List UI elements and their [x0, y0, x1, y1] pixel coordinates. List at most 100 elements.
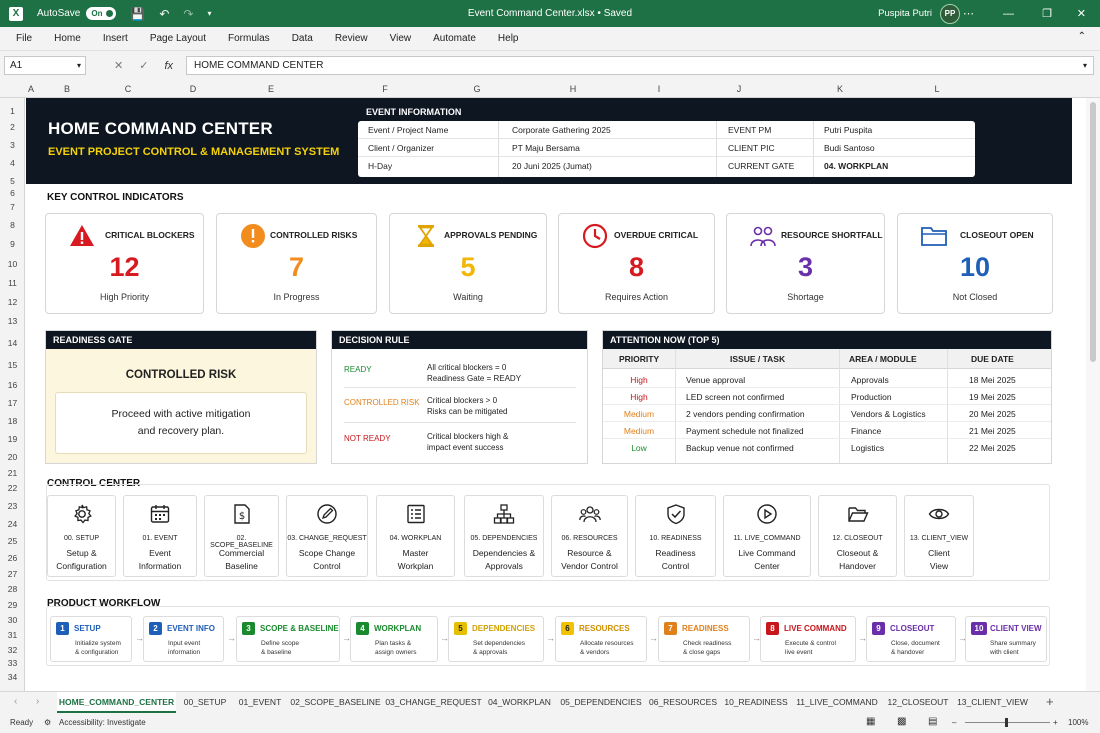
- info-value[interactable]: Budi Santoso: [824, 143, 875, 153]
- workflow-step[interactable]: 9 CLOSEOUT Close, document & handover: [866, 616, 956, 662]
- column-header[interactable]: I: [658, 84, 661, 94]
- page-break-view-icon[interactable]: ▤: [928, 716, 937, 727]
- tab-page-layout[interactable]: Page Layout: [139, 27, 217, 51]
- column-header[interactable]: L: [934, 84, 939, 94]
- zoom-out-icon[interactable]: –: [952, 718, 956, 727]
- control-dependencies[interactable]: 05. DEPENDENCIES Dependencies & Approvals: [464, 495, 544, 577]
- column-header[interactable]: G: [473, 84, 480, 94]
- column-header[interactable]: D: [190, 84, 197, 94]
- row-header[interactable]: 10: [0, 259, 25, 269]
- restore-icon[interactable]: ❐: [1042, 7, 1052, 20]
- control-event[interactable]: 01. EVENT Event Information: [123, 495, 197, 577]
- tab-review[interactable]: Review: [324, 27, 379, 51]
- info-value[interactable]: 20 Juni 2025 (Jumat): [512, 161, 592, 171]
- name-box[interactable]: A1 ▾: [4, 56, 86, 75]
- normal-view-icon[interactable]: ▦: [866, 716, 875, 727]
- kpi-card-controlled-risks[interactable]: CONTROLLED RISKS 7 In Progress: [216, 213, 377, 314]
- row-header[interactable]: 22: [0, 483, 25, 493]
- sheet-tab[interactable]: 06_RESOURCES: [647, 692, 719, 713]
- control-workplan[interactable]: 04. WORKPLAN Master Workplan: [376, 495, 455, 577]
- row-header[interactable]: 25: [0, 536, 25, 546]
- row-header[interactable]: 23: [0, 501, 25, 511]
- prev-sheet-icon[interactable]: ‹: [14, 696, 17, 707]
- row-header[interactable]: 34: [0, 672, 25, 682]
- control-live-command[interactable]: 11. LIVE_COMMAND Live Command Center: [723, 495, 811, 577]
- column-header[interactable]: A: [28, 84, 34, 94]
- workflow-step[interactable]: 4 WORKPLAN Plan tasks & assign owners: [350, 616, 438, 662]
- sheet-tab[interactable]: HOME_COMMAND_CENTER: [57, 692, 176, 713]
- control-scope-baseline[interactable]: $ 02. SCOPE_BASELINE Commercial Baseline: [204, 495, 279, 577]
- sheet-tab[interactable]: 04_WORKPLAN: [484, 692, 555, 713]
- enter-icon[interactable]: ✓: [139, 59, 148, 72]
- row-header[interactable]: 8: [0, 220, 25, 230]
- sheet-tab[interactable]: 05_DEPENDENCIES: [557, 692, 645, 713]
- worksheet[interactable]: HOME COMMAND CENTER EVENT PROJECT CONTRO…: [26, 98, 1086, 691]
- row-header[interactable]: 33: [0, 658, 25, 668]
- row-header[interactable]: 31: [0, 630, 25, 640]
- kpi-card-approvals-pending[interactable]: APPROVALS PENDING 5 Waiting: [389, 213, 547, 314]
- tab-file[interactable]: File: [0, 27, 43, 51]
- kpi-card-critical-blockers[interactable]: CRITICAL BLOCKERS 12 High Priority: [45, 213, 204, 314]
- column-header[interactable]: J: [737, 84, 742, 94]
- row-header[interactable]: 32: [0, 645, 25, 655]
- sheet-tab[interactable]: 02_SCOPE_BASELINE: [288, 692, 383, 713]
- row-header[interactable]: 6: [0, 188, 25, 198]
- row-header[interactable]: 7: [0, 202, 25, 212]
- autosave-toggle[interactable]: On: [86, 7, 117, 20]
- row-header[interactable]: 12: [0, 297, 25, 307]
- save-icon[interactable]: 💾: [130, 7, 145, 21]
- row-header[interactable]: 9: [0, 239, 25, 249]
- zoom-in-icon[interactable]: +: [1053, 718, 1058, 727]
- add-sheet-icon[interactable]: +: [1046, 694, 1054, 709]
- info-value[interactable]: Putri Puspita: [824, 125, 872, 135]
- workflow-step[interactable]: 8 LIVE COMMAND Execute & control live eve…: [760, 616, 856, 662]
- row-header[interactable]: 14: [0, 338, 25, 348]
- row-header[interactable]: 20: [0, 452, 25, 462]
- table-row[interactable]: High Venue approval Approvals 18 Mei 202…: [603, 371, 1051, 388]
- close-icon[interactable]: ✕: [1077, 7, 1086, 20]
- column-header[interactable]: E: [268, 84, 274, 94]
- workflow-step[interactable]: 3 SCOPE & BASELINE Define scope & baselin…: [236, 616, 340, 662]
- info-value[interactable]: PT Maju Bersama: [512, 143, 580, 153]
- vertical-scrollbar[interactable]: [1086, 98, 1100, 691]
- row-header[interactable]: 11: [0, 278, 25, 288]
- workflow-step[interactable]: 10 CLIENT VIEW Share summary with client: [965, 616, 1047, 662]
- row-header[interactable]: 3: [0, 140, 25, 150]
- insert-function-icon[interactable]: fx: [164, 60, 173, 72]
- chevron-down-icon[interactable]: ▾: [77, 57, 81, 74]
- more-options-icon[interactable]: ⋯: [963, 7, 974, 20]
- workflow-step[interactable]: 5 DEPENDENCIES Set dependencies & approva…: [448, 616, 544, 662]
- kpi-card-closeout-open[interactable]: CLOSEOUT OPEN 10 Not Closed: [897, 213, 1053, 314]
- kpi-card-resource-shortfall[interactable]: RESOURCE SHORTFALL 3 Shortage: [726, 213, 885, 314]
- column-header[interactable]: K: [837, 84, 843, 94]
- sheet-tab[interactable]: 13_CLIENT_VIEW: [955, 692, 1030, 713]
- info-value[interactable]: 04. WORKPLAN: [824, 161, 888, 171]
- tab-automate[interactable]: Automate: [422, 27, 487, 51]
- workflow-step[interactable]: 2 EVENT INFO Input event information: [143, 616, 224, 662]
- minimize-icon[interactable]: —: [1003, 8, 1014, 20]
- workflow-step[interactable]: 1 SETUP Initialize system & configuration: [50, 616, 132, 662]
- row-header[interactable]: 30: [0, 615, 25, 625]
- row-header[interactable]: 2: [0, 122, 25, 132]
- zoom-slider-handle[interactable]: [1005, 718, 1008, 727]
- column-header[interactable]: F: [382, 84, 388, 94]
- sheet-tab[interactable]: 12_CLOSEOUT: [883, 692, 953, 713]
- undo-icon[interactable]: ↶: [159, 7, 169, 21]
- tab-data[interactable]: Data: [281, 27, 324, 51]
- expand-formula-icon[interactable]: ▾: [1083, 57, 1087, 74]
- tab-insert[interactable]: Insert: [92, 27, 139, 51]
- avatar[interactable]: PP: [940, 3, 960, 24]
- tab-home[interactable]: Home: [43, 27, 92, 51]
- control-readiness[interactable]: 10. READINESS Readiness Control: [635, 495, 716, 577]
- page-layout-view-icon[interactable]: ▩: [897, 716, 906, 727]
- row-header[interactable]: 16: [0, 380, 25, 390]
- row-header[interactable]: 29: [0, 600, 25, 610]
- column-header[interactable]: H: [570, 84, 577, 94]
- sheet-tab[interactable]: 11_LIVE_COMMAND: [793, 692, 881, 713]
- row-header[interactable]: 24: [0, 519, 25, 529]
- kpi-card-overdue-critical[interactable]: OVERDUE CRITICAL 8 Requires Action: [558, 213, 715, 314]
- table-row[interactable]: Low Backup venue not confirmed Logistics…: [603, 439, 1051, 456]
- formula-input[interactable]: HOME COMMAND CENTER ▾: [186, 56, 1094, 75]
- redo-icon[interactable]: ↷: [183, 7, 193, 21]
- zoom-level[interactable]: 100%: [1068, 718, 1088, 727]
